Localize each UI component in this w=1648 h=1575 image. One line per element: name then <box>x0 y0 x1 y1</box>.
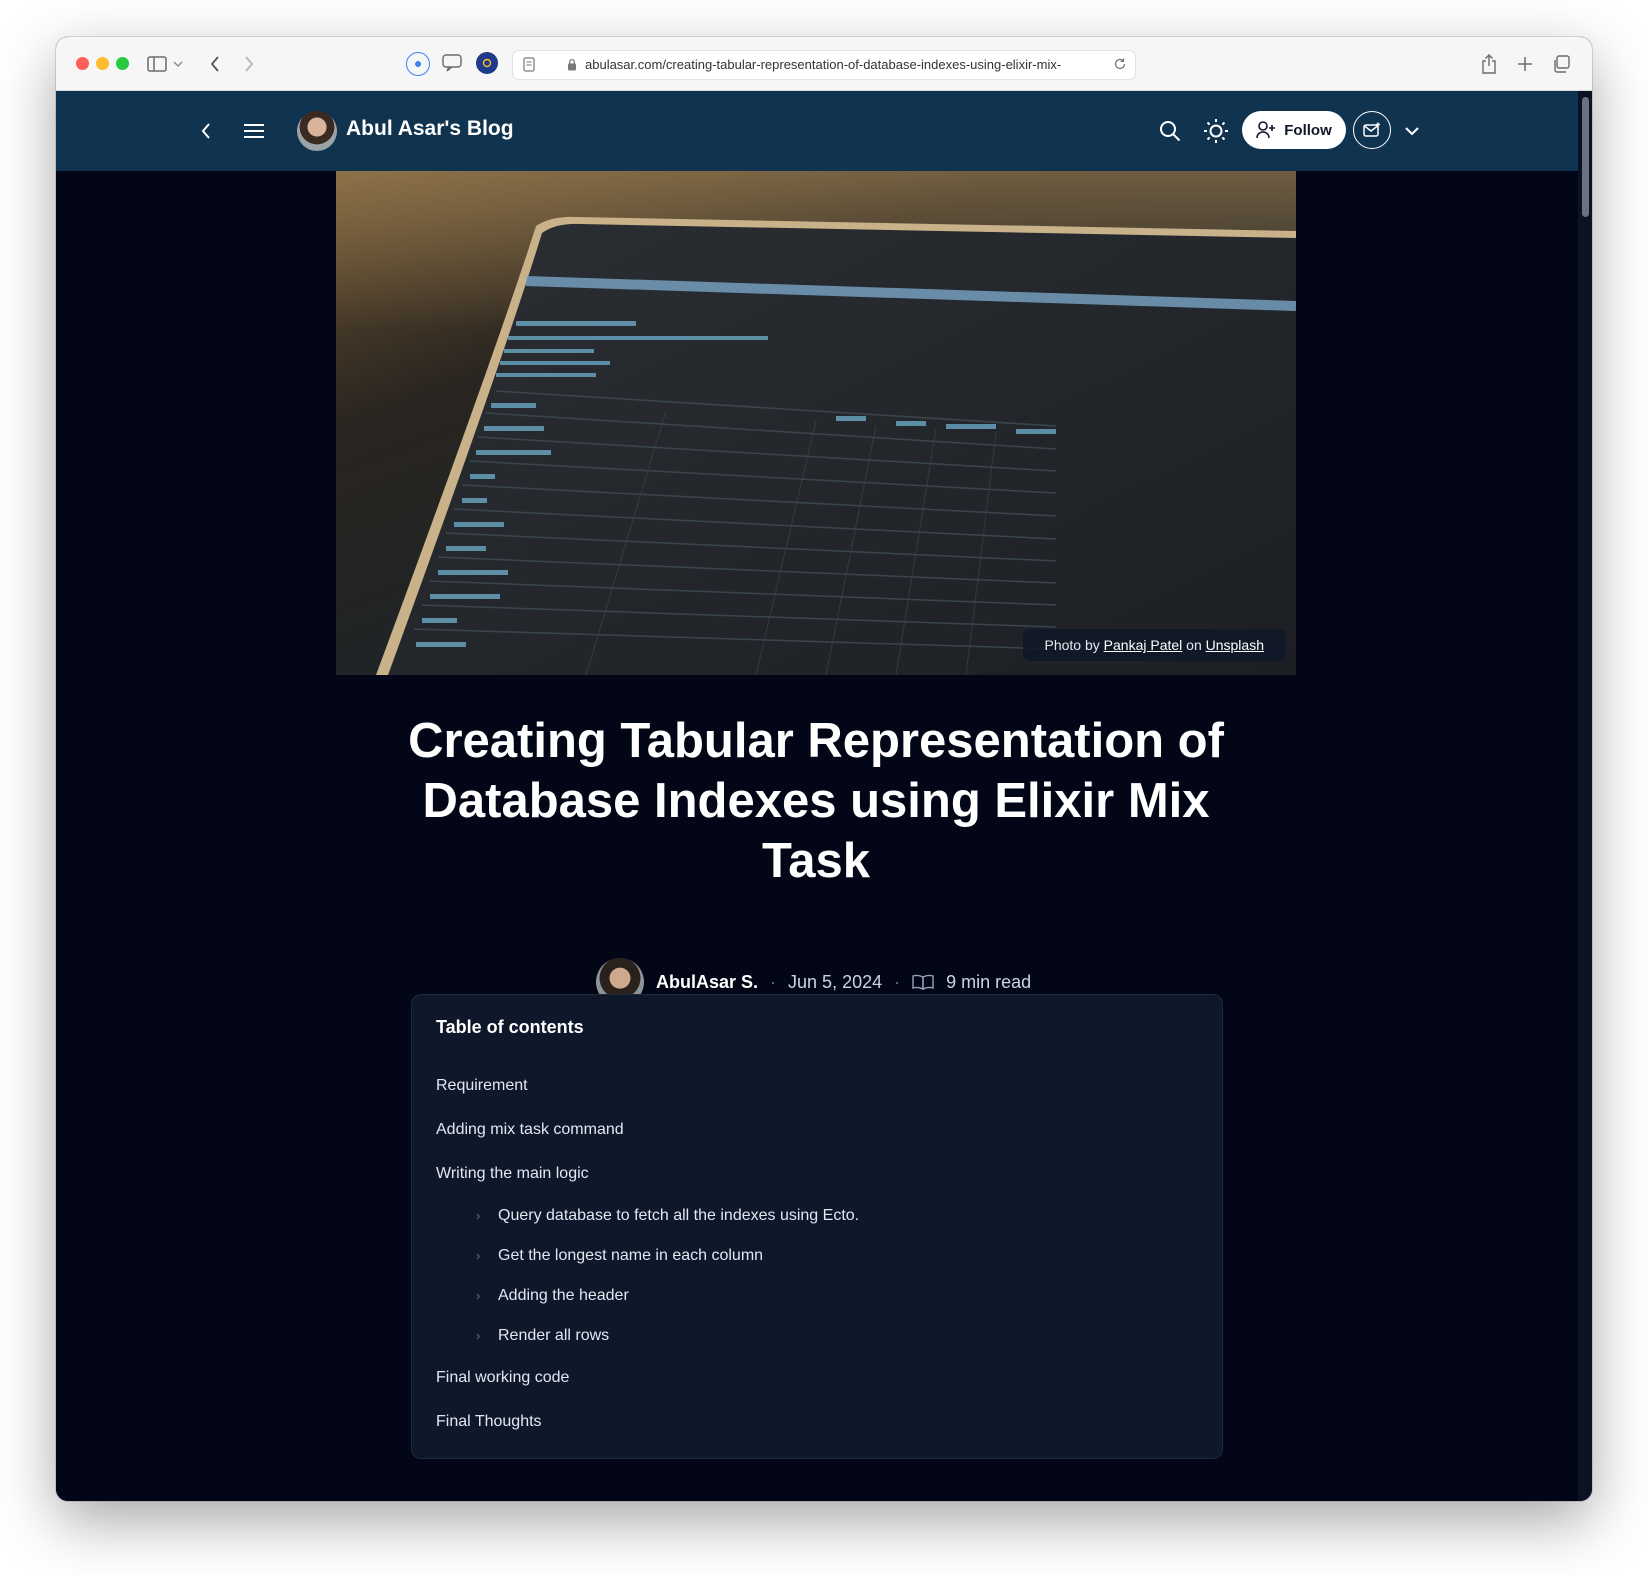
laptop-terminal-illustration <box>336 171 1296 675</box>
toc-subitem-label: Query database to fetch all the indexes … <box>498 1207 860 1224</box>
toc-subitem-adding-header[interactable]: › Adding the header <box>436 1276 1198 1316</box>
separator-dot: · <box>894 971 901 992</box>
page-scrollbar[interactable] <box>1578 91 1592 1501</box>
user-plus-icon <box>1256 121 1276 139</box>
blog-title[interactable]: Abul Asar's Blog <box>346 117 514 141</box>
tab-overview-icon[interactable] <box>1548 51 1574 77</box>
site-header: Abul Asar's Blog Follow <box>56 91 1578 171</box>
address-bar[interactable]: abulasar.com/creating-tabular-representa… <box>512 50 1136 80</box>
mail-plus-icon <box>1363 122 1380 137</box>
toc-subitem-label: Render all rows <box>498 1327 610 1344</box>
credit-middle: on <box>1186 637 1202 653</box>
toc-subitem-longest-name[interactable]: › Get the longest name in each column <box>436 1236 1198 1276</box>
toc-subitem-label: Adding the header <box>498 1287 629 1304</box>
scrollbar-thumb[interactable] <box>1582 97 1589 217</box>
chevron-right-icon: › <box>476 1328 481 1343</box>
newsletter-button[interactable] <box>1353 111 1391 149</box>
chevron-right-icon: › <box>476 1288 481 1303</box>
close-window-button[interactable] <box>76 57 89 70</box>
toc-subitem-render-rows[interactable]: › Render all rows <box>436 1316 1198 1356</box>
browser-toolbar: abulasar.com/creating-tabular-representa… <box>56 37 1592 91</box>
post-title: Creating Tabular Representation of Datab… <box>408 714 1224 888</box>
search-icon[interactable] <box>1156 117 1184 145</box>
article-content: Photo by Pankaj Patel on Unsplash Creati… <box>56 171 1578 1501</box>
back-icon[interactable] <box>202 51 228 77</box>
table-of-contents: Table of contents Requirement Adding mix… <box>411 994 1223 1459</box>
forward-icon[interactable] <box>236 51 262 77</box>
separator-dot: · <box>770 971 777 992</box>
toc-subitem-label: Get the longest name in each column <box>498 1247 764 1264</box>
new-tab-icon[interactable] <box>1512 51 1538 77</box>
read-time: 9 min read <box>946 971 1032 992</box>
chevron-right-icon: › <box>476 1248 481 1263</box>
chevron-down-icon[interactable] <box>171 51 185 77</box>
theme-toggle-icon[interactable] <box>1202 117 1230 145</box>
toc-item-adding-mix-task[interactable]: Adding mix task command <box>436 1108 1198 1152</box>
back-arrow-icon[interactable] <box>192 117 220 145</box>
reload-icon[interactable] <box>1113 57 1127 76</box>
book-open-icon <box>912 974 934 990</box>
reader-mode-icon[interactable] <box>523 57 535 77</box>
password-extension-icon[interactable] <box>406 52 430 76</box>
url-text: abulasar.com/creating-tabular-representa… <box>585 57 1062 72</box>
credit-site-link[interactable]: Unsplash <box>1206 637 1264 653</box>
browser-window: abulasar.com/creating-tabular-representa… <box>56 37 1592 1501</box>
vpn-extension-icon[interactable] <box>476 52 498 74</box>
toc-item-final-thoughts[interactable]: Final Thoughts <box>436 1400 1198 1444</box>
credit-author-link[interactable]: Pankaj Patel <box>1104 637 1183 653</box>
lock-icon <box>567 58 577 76</box>
share-icon[interactable] <box>1476 51 1502 77</box>
follow-button[interactable]: Follow <box>1242 111 1346 149</box>
chevron-down-icon[interactable] <box>1398 117 1426 145</box>
author-name[interactable]: AbulAsar S. <box>656 972 758 993</box>
publish-date: Jun 5, 2024 <box>788 971 883 992</box>
translate-extension-icon[interactable] <box>441 52 463 74</box>
toc-item-final-code[interactable]: Final working code <box>436 1356 1198 1400</box>
follow-label: Follow <box>1284 121 1332 139</box>
toc-subitem-query-database[interactable]: › Query database to fetch all the indexe… <box>436 1196 1198 1236</box>
toc-item-main-logic[interactable]: Writing the main logic <box>436 1152 1198 1196</box>
toc-title: Table of contents <box>436 1017 584 1037</box>
chevron-right-icon: › <box>476 1208 481 1223</box>
sidebar-toggle-icon[interactable] <box>144 51 170 77</box>
minimize-window-button[interactable] <box>96 57 109 70</box>
toc-item-requirement[interactable]: Requirement <box>436 1064 1198 1108</box>
menu-icon[interactable] <box>240 117 268 145</box>
blog-avatar[interactable] <box>297 111 337 151</box>
cover-image: Photo by Pankaj Patel on Unsplash <box>336 171 1296 675</box>
maximize-window-button[interactable] <box>116 57 129 70</box>
credit-prefix: Photo by <box>1044 637 1100 653</box>
photo-credit: Photo by Pankaj Patel on Unsplash <box>1022 629 1286 661</box>
